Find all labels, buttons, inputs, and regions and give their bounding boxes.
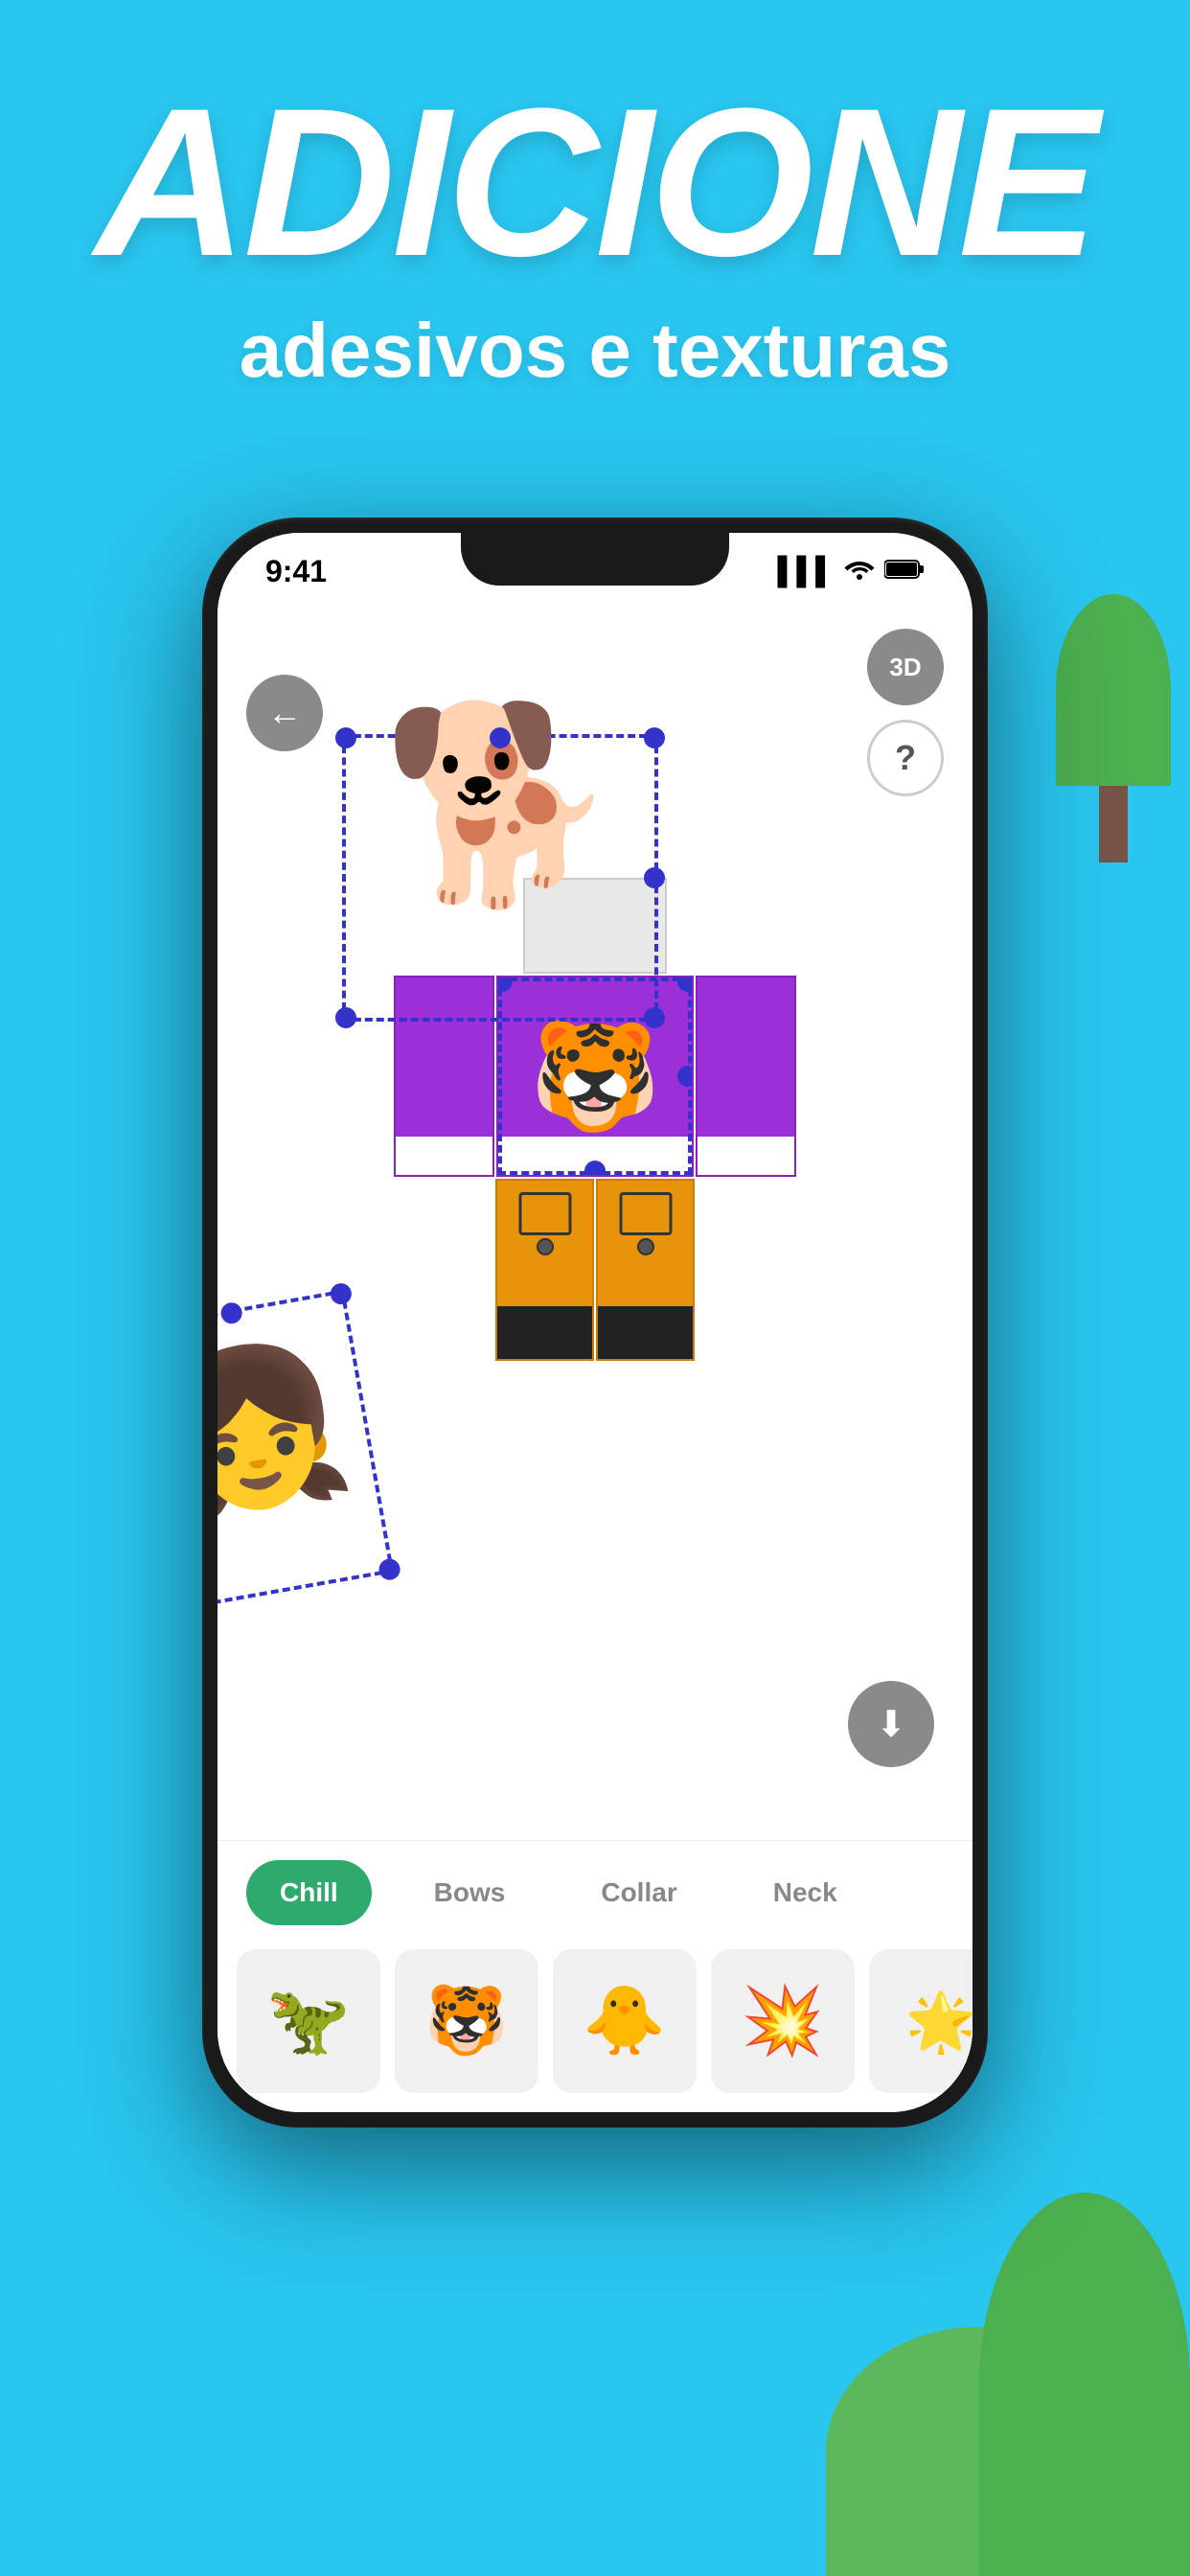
tab-neck[interactable]: Neck bbox=[740, 1860, 871, 1925]
tab-collar[interactable]: Collar bbox=[567, 1860, 710, 1925]
tab-bows[interactable]: Bows bbox=[400, 1860, 539, 1925]
tab-chill[interactable]: Chill bbox=[246, 1860, 372, 1925]
header-section: ADICIONE adesivos e texturas bbox=[0, 0, 1190, 433]
sticker-duck[interactable]: 🐥 bbox=[553, 1949, 697, 2093]
3d-button[interactable]: 3D bbox=[867, 629, 944, 705]
sticker-tiger[interactable]: 🐯 bbox=[395, 1949, 538, 2093]
sticker-explosion[interactable]: 💥 bbox=[711, 1949, 855, 2093]
notch bbox=[461, 533, 729, 586]
canvas-area: 🐕 bbox=[217, 724, 973, 1786]
screen-content: ← 3D ? bbox=[217, 610, 973, 2112]
phone-frame: 9:41 ▌▌▌ ← bbox=[202, 518, 988, 2128]
help-button[interactable]: ? bbox=[867, 720, 944, 796]
battery-icon bbox=[884, 556, 925, 586]
sticker-more[interactable]: 🌟 bbox=[869, 1949, 973, 2093]
anime-girl-sticker[interactable]: 👧 bbox=[217, 1289, 394, 1612]
status-icons: ▌▌▌ bbox=[777, 556, 925, 587]
status-bar: 9:41 ▌▌▌ bbox=[217, 533, 973, 610]
right-buttons: 3D ? bbox=[867, 629, 944, 796]
dog-sticker[interactable]: 🐕 bbox=[342, 734, 658, 1022]
bottom-section: Chill Bows Collar Neck 🦖 🐯 bbox=[217, 1840, 973, 2112]
sticker-dinosaur[interactable]: 🦖 bbox=[237, 1949, 380, 2093]
status-time: 9:41 bbox=[265, 554, 327, 589]
stickers-row: 🦖 🐯 🐥 💥 🌟 bbox=[217, 1940, 973, 2112]
subtitle: adesivos e texturas bbox=[57, 307, 1133, 395]
main-title: ADICIONE bbox=[57, 77, 1133, 288]
wifi-icon bbox=[844, 556, 875, 587]
tabs-row: Chill Bows Collar Neck bbox=[217, 1841, 973, 1940]
signal-icon: ▌▌▌ bbox=[777, 556, 835, 586]
download-button[interactable]: ⬇ bbox=[848, 1681, 934, 1767]
back-button[interactable]: ← bbox=[246, 675, 323, 751]
